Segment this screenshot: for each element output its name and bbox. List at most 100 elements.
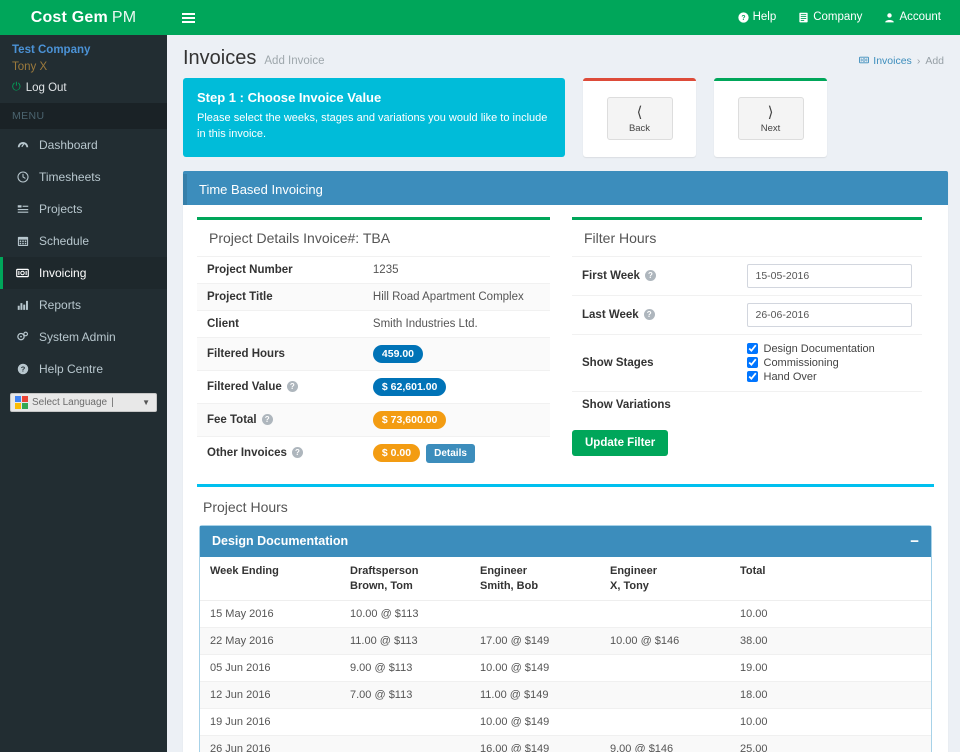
stage-checkbox-commissioning[interactable]: Commissioning bbox=[746, 356, 913, 370]
nav-help-button[interactable]: ? Help bbox=[727, 0, 788, 35]
row-label-cell: Last Week? bbox=[572, 294, 737, 335]
show-stages-label: Show Stages bbox=[572, 333, 737, 392]
cell-engineer-smith: 10.00 @ $149 bbox=[470, 707, 600, 736]
table-body: 15 May 2016 10.00 @ $113 10.00 22 May 20… bbox=[200, 599, 931, 752]
cell-week: 05 Jun 2016 bbox=[200, 653, 340, 682]
sidebar-item-help-centre[interactable]: ? Help Centre bbox=[0, 353, 167, 385]
sidebar-item-projects[interactable]: Projects bbox=[0, 193, 167, 225]
cell-total: 10.00 bbox=[730, 707, 931, 736]
project-hours-title: Project Hours bbox=[203, 498, 288, 515]
row-value: Smith Industries Ltd. bbox=[362, 309, 550, 338]
nav-company-button[interactable]: Company bbox=[787, 0, 873, 35]
page-title: Invoices bbox=[183, 47, 257, 69]
table-row: Project Title Hill Road Apartment Comple… bbox=[197, 282, 550, 311]
breadcrumb-separator: › bbox=[916, 55, 921, 67]
column-header-engineer-smith: Engineer Smith, Bob bbox=[470, 556, 600, 601]
sidebar-item-schedule[interactable]: Schedule bbox=[0, 225, 167, 257]
minus-icon[interactable]: − bbox=[910, 534, 919, 549]
help-icon[interactable]: ? bbox=[291, 447, 303, 459]
nav-help-label: Help bbox=[752, 11, 777, 23]
cell-engineer-smith: 17.00 @ $149 bbox=[470, 626, 600, 655]
cell-engineer-tony bbox=[600, 653, 730, 682]
cell-engineer-smith: 10.00 @ $149 bbox=[470, 653, 600, 682]
row-label: Client bbox=[197, 309, 363, 338]
svg-text:?: ? bbox=[741, 15, 745, 22]
breadcrumb: Invoices › Add bbox=[859, 55, 944, 67]
sidebar-item-label: Schedule bbox=[39, 234, 90, 248]
power-icon: ⏻ bbox=[12, 81, 21, 93]
table-row: 26 Jun 2016 16.00 @ $149 9.00 @ $146 25.… bbox=[200, 734, 931, 752]
invoice-icon bbox=[15, 267, 30, 279]
bar-chart-icon bbox=[15, 299, 30, 311]
panel-title: Time Based Invoicing bbox=[183, 173, 948, 205]
stage-checkbox-hand-over[interactable]: Hand Over bbox=[746, 370, 913, 384]
row-label-cell: First Week? bbox=[572, 255, 737, 296]
sidebar-item-system-admin[interactable]: System Admin bbox=[0, 321, 167, 353]
cell-week: 26 Jun 2016 bbox=[200, 734, 340, 752]
step-description: Please select the weeks, stages and vari… bbox=[197, 112, 548, 140]
user-icon bbox=[884, 12, 895, 23]
help-icon[interactable]: ? bbox=[261, 413, 273, 425]
row-label: Other Invoices bbox=[207, 447, 287, 460]
cell-total: 19.00 bbox=[730, 653, 931, 682]
cell-engineer-smith: 16.00 @ $149 bbox=[470, 734, 600, 752]
stage-panel-header[interactable]: Design Documentation − bbox=[200, 525, 931, 557]
help-icon[interactable]: ? bbox=[644, 269, 656, 281]
sidebar-item-timesheets[interactable]: Timesheets bbox=[0, 161, 167, 193]
nav-account-button[interactable]: Account bbox=[873, 0, 952, 35]
other-invoices-badge: $ 0.00 bbox=[372, 443, 421, 462]
first-week-input[interactable] bbox=[746, 263, 912, 288]
cell-total: 10.00 bbox=[730, 599, 931, 628]
first-week-label: First Week bbox=[582, 269, 640, 282]
page-header: Invoices Add Invoice Invoices › Add bbox=[167, 35, 960, 78]
show-variations-label: Show Variations bbox=[572, 390, 737, 418]
stage-checkbox-input[interactable] bbox=[746, 343, 758, 355]
row-value-cell: $ 73,600.00 bbox=[362, 402, 550, 437]
cell-engineer-tony: 9.00 @ $146 bbox=[600, 734, 730, 752]
hamburger-icon[interactable] bbox=[177, 9, 200, 27]
update-filter-button[interactable]: Update Filter bbox=[572, 429, 669, 456]
table-row: Last Week? bbox=[572, 294, 922, 335]
next-button[interactable]: ⟩ Next bbox=[714, 78, 827, 157]
back-button[interactable]: ⟨ Back bbox=[583, 78, 696, 157]
cell-total: 38.00 bbox=[730, 626, 931, 655]
filtered-hours-badge: 459.00 bbox=[372, 344, 424, 363]
help-icon[interactable]: ? bbox=[286, 380, 298, 392]
breadcrumb-invoices-link[interactable]: Invoices bbox=[859, 55, 912, 67]
row-label-cell: Filtered Value? bbox=[197, 369, 363, 404]
sidebar-item-invoicing[interactable]: Invoicing bbox=[0, 257, 167, 289]
main-content: Invoices Add Invoice Invoices › Add Step… bbox=[167, 35, 960, 752]
sidebar-item-label: Help Centre bbox=[39, 362, 104, 376]
app-logo[interactable]: Cost Gem PM bbox=[0, 0, 167, 35]
cell-draftsperson bbox=[340, 734, 470, 752]
back-button-label: Back bbox=[628, 123, 651, 135]
stage-panel-title: Design Documentation bbox=[212, 534, 349, 549]
table-row: Show Stages Design Documentation Commiss… bbox=[572, 333, 922, 392]
row-label-cell: Other Invoices? bbox=[197, 435, 363, 470]
sidebar-item-reports[interactable]: Reports bbox=[0, 289, 167, 321]
row-label: Filtered Hours bbox=[197, 336, 363, 371]
language-selector[interactable]: Select Language | ▼ bbox=[10, 393, 157, 412]
table-row: Filtered Hours 459.00 bbox=[197, 336, 550, 371]
stage-checkbox-input[interactable] bbox=[746, 371, 758, 383]
arrow-right-circle-icon: ⟩ bbox=[767, 104, 774, 122]
cell-draftsperson: 11.00 @ $113 bbox=[340, 626, 470, 655]
fee-total-badge: $ 73,600.00 bbox=[372, 410, 447, 429]
table-row: 15 May 2016 10.00 @ $113 10.00 bbox=[200, 599, 931, 628]
column-role: Engineer bbox=[610, 564, 658, 577]
stage-checkbox-design-documentation[interactable]: Design Documentation bbox=[746, 342, 913, 356]
table-row: Project Number 1235 bbox=[197, 255, 550, 284]
sidebar-item-dashboard[interactable]: Dashboard bbox=[0, 129, 167, 161]
stage-checkbox-input[interactable] bbox=[746, 357, 758, 369]
dashboard-icon bbox=[15, 139, 30, 151]
last-week-input[interactable] bbox=[746, 302, 912, 327]
details-button[interactable]: Details bbox=[426, 443, 475, 463]
row-value-cell bbox=[736, 255, 922, 296]
help-icon[interactable]: ? bbox=[643, 308, 655, 320]
panel-body: Project Details Invoice#: TBA Project Nu… bbox=[183, 205, 948, 484]
show-variations-value bbox=[736, 390, 922, 418]
breadcrumb-root-label: Invoices bbox=[873, 55, 912, 67]
logout-button[interactable]: ⏻ Log Out bbox=[0, 77, 167, 103]
column-role: Draftsperson bbox=[350, 564, 419, 577]
table-header-row: Week Ending Draftsperson Brown, Tom Engi… bbox=[200, 556, 931, 601]
